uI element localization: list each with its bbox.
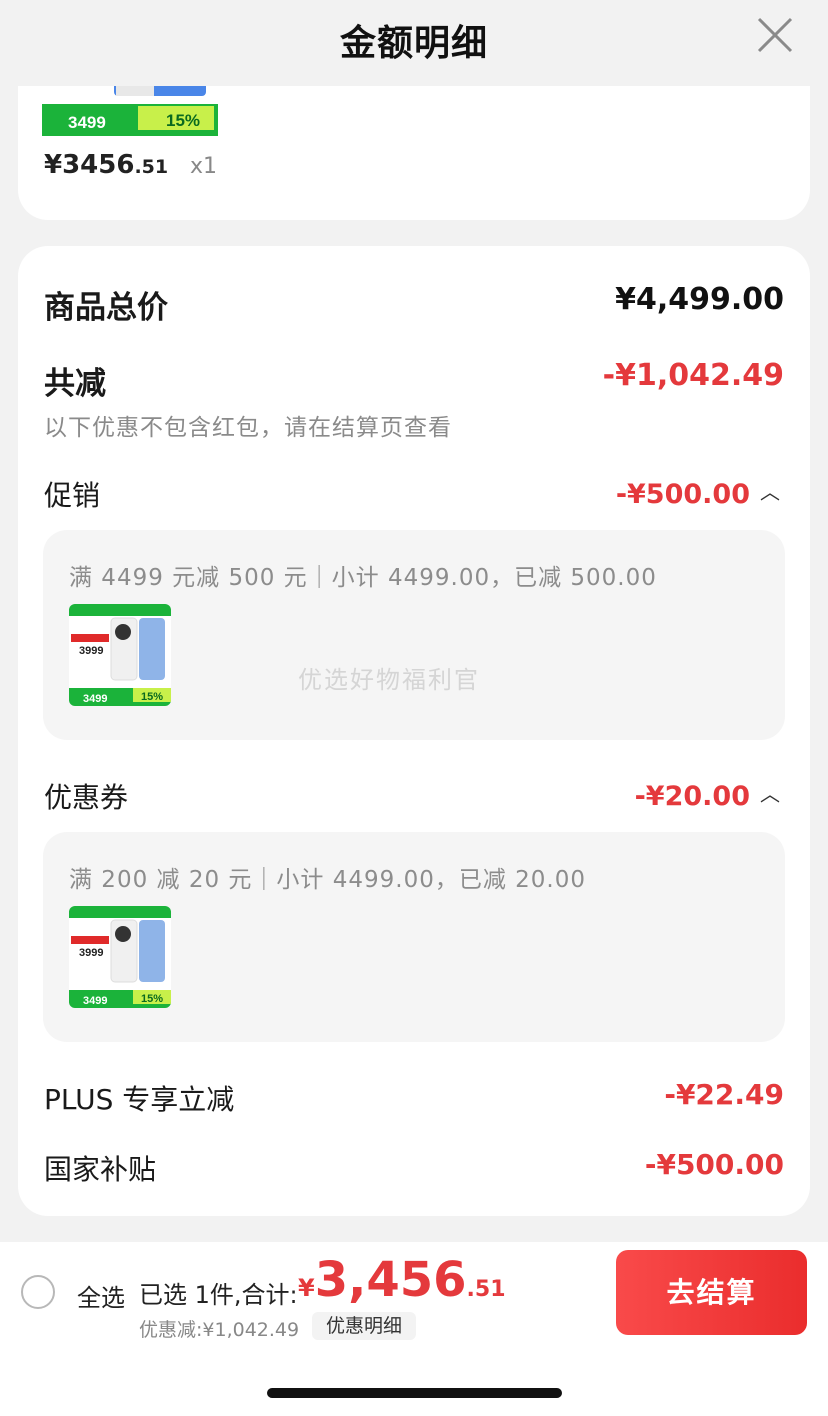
thumb-percent-text: 15% — [141, 691, 163, 703]
product-price: ¥3456.51 — [44, 150, 169, 180]
subsidy-value: -¥500.00 — [644, 1148, 784, 1181]
product-quantity: x1 — [190, 154, 218, 179]
page-title: 金额明细 — [339, 23, 488, 64]
promotion-toggle[interactable]: -¥500.00 ︿ — [616, 476, 780, 510]
reduce-label: 共减 — [44, 366, 106, 402]
watermark-text: 优选好物福利官 — [298, 666, 480, 694]
coupon-toggle[interactable]: -¥20.00 ︿ — [635, 778, 780, 812]
discount-detail-button[interactable]: 优惠明细 — [312, 1312, 417, 1340]
chevron-up-icon: ︿ — [760, 782, 780, 806]
thumb-percent-text: 15% — [166, 111, 200, 130]
thumb-price-text: 3499 — [83, 995, 107, 1007]
promotion-desc: 满 4499 元减 500 元｜小计 4499.00，已减 500.00 — [69, 565, 657, 591]
plus-label: PLUS 专享立减 — [44, 1083, 235, 1116]
discount-summary: 优惠减:¥1,042.49 — [139, 1319, 300, 1341]
checkout-button[interactable]: 去结算 — [616, 1250, 807, 1335]
total-label: 商品总价 — [44, 290, 168, 326]
total-value: ¥4,499.00 — [615, 282, 784, 317]
amount-detail-card: 商品总价 ¥4,499.00 共减 -¥1,042.49 以下优惠不包含红包，请… — [18, 246, 810, 1216]
coupon-product-thumbnail[interactable]: 3999 3499 15% — [69, 906, 171, 1008]
thumb-price-text: 3499 — [83, 693, 107, 705]
promotion-product-thumbnail[interactable]: 3999 3499 15% — [69, 604, 171, 706]
close-icon[interactable] — [756, 16, 794, 54]
thumb-model-text: 3999 — [79, 645, 103, 657]
promotion-detail-box: 满 4499 元减 500 元｜小计 4499.00，已减 500.00 399… — [43, 530, 785, 740]
select-all-label[interactable]: 全选 — [77, 1278, 125, 1313]
coupon-desc: 满 200 减 20 元｜小计 4499.00，已减 20.00 — [69, 867, 586, 893]
promotion-label: 促销 — [44, 479, 101, 512]
promotion-value: -¥500.00 — [615, 479, 750, 510]
reduce-value: -¥1,042.49 — [602, 358, 784, 393]
coupon-detail-box: 满 200 减 20 元｜小计 4499.00，已减 20.00 3999 34… — [43, 832, 785, 1042]
selected-info: 已选 1件,合计: — [139, 1281, 298, 1309]
total-price: ¥3,456.51 — [298, 1252, 506, 1308]
subsidy-label: 国家补贴 — [44, 1153, 157, 1186]
thumb-percent-text: 15% — [141, 993, 163, 1005]
chevron-up-icon: ︿ — [760, 480, 780, 504]
plus-value: -¥22.49 — [664, 1078, 784, 1111]
home-indicator[interactable] — [267, 1388, 562, 1398]
home-area — [0, 1342, 828, 1416]
discount-note: 以下优惠不包含红包，请在结算页查看 — [44, 415, 452, 441]
header: 金额明细 — [0, 0, 828, 86]
coupon-value: -¥20.00 — [634, 781, 750, 812]
thumb-price-text: 3499 — [68, 113, 106, 132]
checkout-bar: 全选 已选 1件,合计: ¥3,456.51 优惠减:¥1,042.49 优惠明… — [0, 1242, 828, 1342]
select-all-checkbox[interactable] — [21, 1275, 55, 1309]
thumb-model-text: 3999 — [79, 947, 103, 959]
coupon-label: 优惠券 — [44, 781, 129, 814]
